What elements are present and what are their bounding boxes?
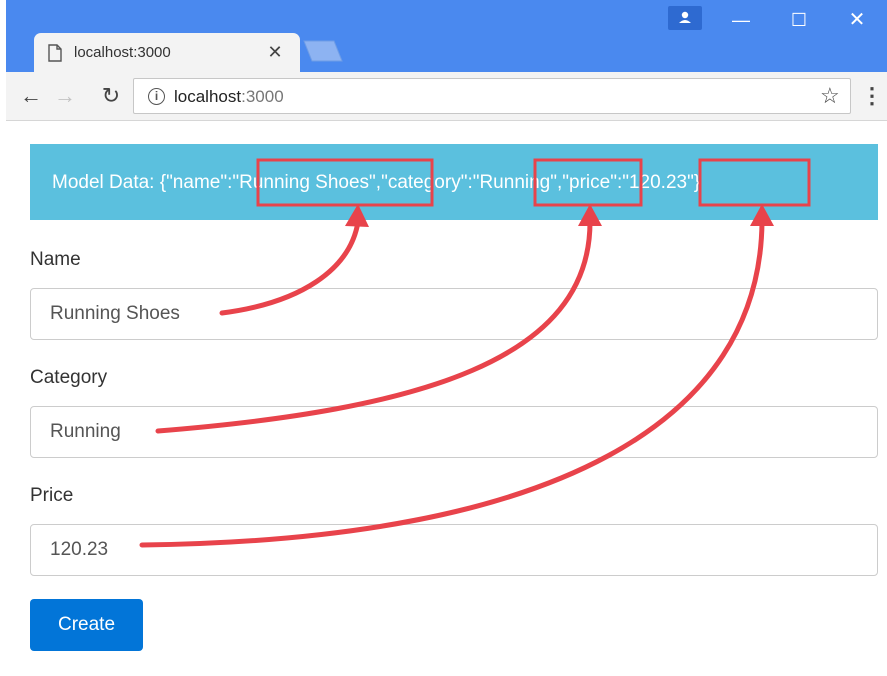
model-data-banner: Model Data: {"name":"Running Shoes","cat… [30, 144, 878, 220]
back-arrow-icon[interactable]: ← [18, 83, 44, 109]
forward-arrow-icon[interactable]: → [52, 83, 78, 109]
info-icon[interactable]: i [148, 88, 165, 105]
model-data-text: Model Data: {"name":"Running Shoes","cat… [52, 172, 700, 194]
star-icon[interactable]: ☆ [820, 83, 840, 109]
model-price-value: :"120.23"} [616, 172, 701, 193]
model-name-value: "Running Shoes" [232, 172, 376, 193]
reload-icon[interactable]: ↻ [98, 83, 124, 109]
tab-title: localhost:3000 [74, 44, 171, 61]
price-input[interactable]: 120.23 [30, 524, 878, 576]
model-mid1: ,"category": [375, 172, 473, 193]
window-close-button[interactable]: ✕ [828, 0, 886, 40]
price-label: Price [30, 485, 74, 506]
category-label: Category [30, 367, 108, 388]
url-text: localhost:3000 [174, 87, 284, 107]
create-button[interactable]: Create [30, 599, 143, 651]
title-bar: localhost:3000 ✕ — ☐ ✕ [6, 0, 887, 72]
url-port: :3000 [241, 87, 284, 106]
name-label: Name [30, 249, 81, 270]
profile-button[interactable] [668, 6, 702, 30]
page-content: Model Data: {"name":"Running Shoes","cat… [6, 122, 887, 676]
new-tab-button[interactable] [300, 39, 346, 63]
model-mid2: ,"price" [557, 172, 617, 193]
kebab-menu-icon[interactable]: ⋮ [861, 81, 883, 111]
page-icon [48, 44, 62, 62]
model-category-value: "Running" [472, 172, 557, 193]
browser-window: localhost:3000 ✕ — ☐ ✕ ← → ↻ i localhost… [6, 0, 887, 676]
category-input[interactable]: Running [30, 406, 878, 458]
name-input[interactable]: Running Shoes [30, 288, 878, 340]
tab-close-icon[interactable]: ✕ [264, 40, 286, 64]
tab-localhost[interactable]: localhost:3000 ✕ [34, 33, 300, 72]
maximize-button[interactable]: ☐ [770, 0, 828, 40]
minimize-button[interactable]: — [712, 0, 770, 40]
address-bar[interactable]: i localhost:3000 ☆ [133, 78, 851, 114]
model-prefix: Model Data: {"name": [52, 172, 233, 193]
url-host: localhost [174, 87, 242, 106]
browser-toolbar: ← → ↻ i localhost:3000 ☆ ⋮ [6, 72, 887, 121]
person-icon [679, 11, 691, 23]
